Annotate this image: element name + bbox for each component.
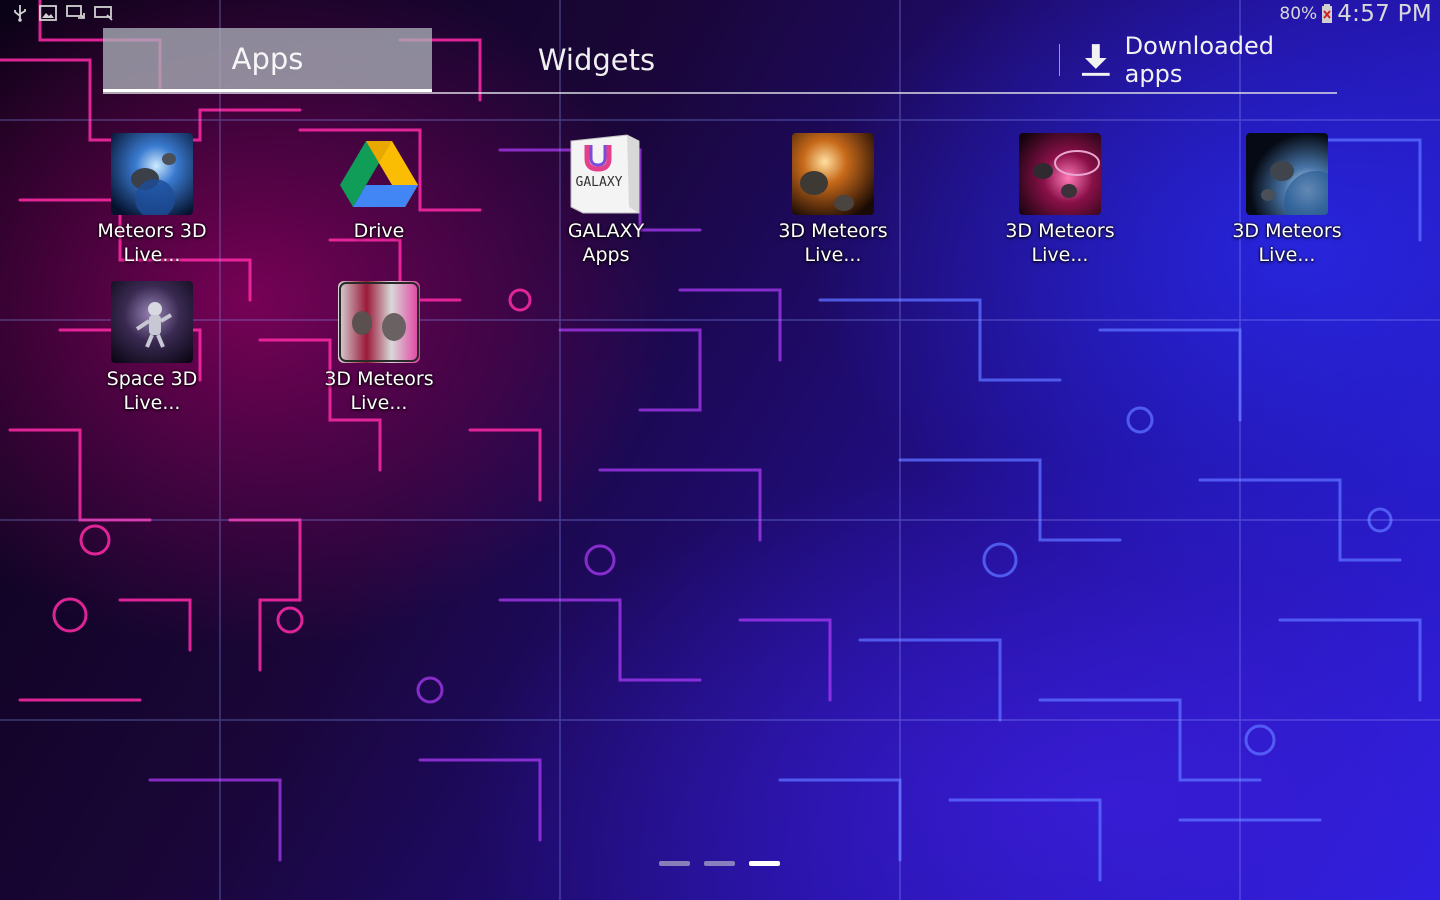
page-dot-active[interactable] [749, 861, 780, 866]
image-icon [39, 5, 57, 21]
meteors-3d-icon [111, 133, 193, 215]
battery-icon [1322, 4, 1333, 23]
3d-meteors-icon [338, 281, 420, 363]
app-galaxy-apps[interactable]: GALAXY GALAXY Apps [506, 133, 706, 267]
3d-meteors-icon [1246, 133, 1328, 215]
tab-apps[interactable]: Apps [103, 28, 432, 92]
app-3d-meteors-live-3[interactable]: 3D Meteors Live... [1187, 133, 1387, 267]
app-label: Drive [353, 220, 405, 242]
galaxy-icon-text: GALAXY [576, 175, 623, 190]
tab-divider [1059, 44, 1060, 76]
3d-meteors-icon [792, 133, 874, 215]
app-3d-meteors-live-4[interactable]: 3D Meteors Live... [279, 281, 479, 415]
app-label: Meteors 3D Live... [97, 220, 207, 266]
galaxy-apps-icon: GALAXY [570, 134, 640, 214]
drive-icon [340, 141, 418, 207]
3d-meteors-icon [1019, 133, 1101, 215]
battery-percent: 80% [1279, 4, 1318, 24]
page-dot[interactable] [659, 861, 690, 866]
app-label: 3D Meteors Live... [324, 368, 434, 414]
status-bar: 80% 4:57 PM [0, 0, 1440, 28]
app-3d-meteors-live-1[interactable]: 3D Meteors Live... [733, 133, 933, 267]
usb-icon [14, 5, 26, 22]
app-drive[interactable]: Drive [279, 133, 479, 243]
app-label: GALAXY Apps [567, 220, 645, 266]
tab-widgets[interactable]: Widgets [432, 28, 761, 92]
downloaded-apps-label: Downloaded apps [1124, 32, 1274, 88]
clock: 4:57 PM [1337, 1, 1432, 27]
cast-icon [94, 6, 113, 21]
app-drawer-tabs: Apps Widgets Downloaded apps [103, 28, 1337, 94]
page-indicator [659, 861, 780, 866]
app-label: 3D Meteors Live... [778, 220, 888, 266]
app-meteors-3d-live[interactable]: Meteors 3D Live... [52, 133, 252, 267]
app-space-3d-live[interactable]: Space 3D Live... [52, 281, 252, 415]
notification-icons [10, 4, 114, 22]
space-3d-icon [111, 281, 193, 363]
app-label: 3D Meteors Live... [1005, 220, 1115, 266]
download-icon [1081, 44, 1110, 76]
system-status: 80% 4:57 PM [1279, 0, 1432, 28]
screen-mirror-icon [66, 5, 85, 19]
page-dot[interactable] [704, 861, 735, 866]
app-3d-meteors-live-2[interactable]: 3D Meteors Live... [960, 133, 1160, 267]
downloaded-apps-button[interactable]: Downloaded apps [1079, 28, 1337, 92]
app-label: Space 3D Live... [106, 368, 198, 414]
app-label: 3D Meteors Live... [1232, 220, 1342, 266]
